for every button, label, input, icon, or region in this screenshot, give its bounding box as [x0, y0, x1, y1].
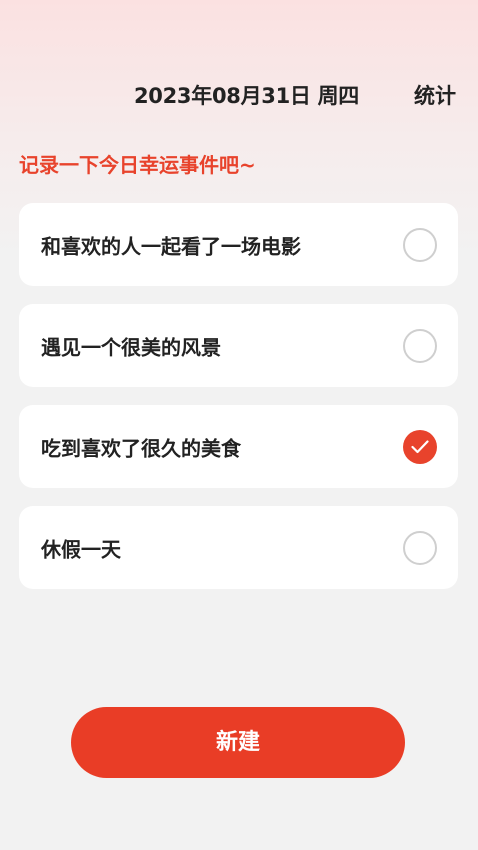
event-label: 休假一天 — [41, 537, 121, 561]
check-circle-icon[interactable] — [403, 227, 437, 262]
event-item[interactable]: 吃到喜欢了很久的美食 — [19, 405, 458, 488]
checked-circle-icon[interactable] — [403, 429, 437, 464]
event-item[interactable]: 遇见一个很美的风景 — [19, 304, 458, 387]
event-list: 和喜欢的人一起看了一场电影 遇见一个很美的风景 吃到喜欢了很久的美食 休假一天 — [19, 203, 458, 607]
event-item[interactable]: 休假一天 — [19, 506, 458, 589]
checkmark-icon — [411, 439, 429, 453]
new-button[interactable]: 新建 — [71, 707, 405, 778]
check-circle-icon[interactable] — [403, 328, 437, 363]
event-label: 和喜欢的人一起看了一场电影 — [41, 234, 301, 258]
prompt-text: 记录一下今日幸运事件吧~ — [19, 153, 256, 177]
event-label: 吃到喜欢了很久的美食 — [41, 436, 241, 460]
event-label: 遇见一个很美的风景 — [41, 335, 221, 359]
date-label: 2023年08月31日 周四 — [134, 84, 360, 108]
top-bar: 2023年08月31日 周四 统计 — [0, 72, 478, 116]
event-item[interactable]: 和喜欢的人一起看了一场电影 — [19, 203, 458, 286]
check-circle-icon[interactable] — [403, 530, 437, 565]
stats-button[interactable]: 统计 — [414, 80, 456, 110]
